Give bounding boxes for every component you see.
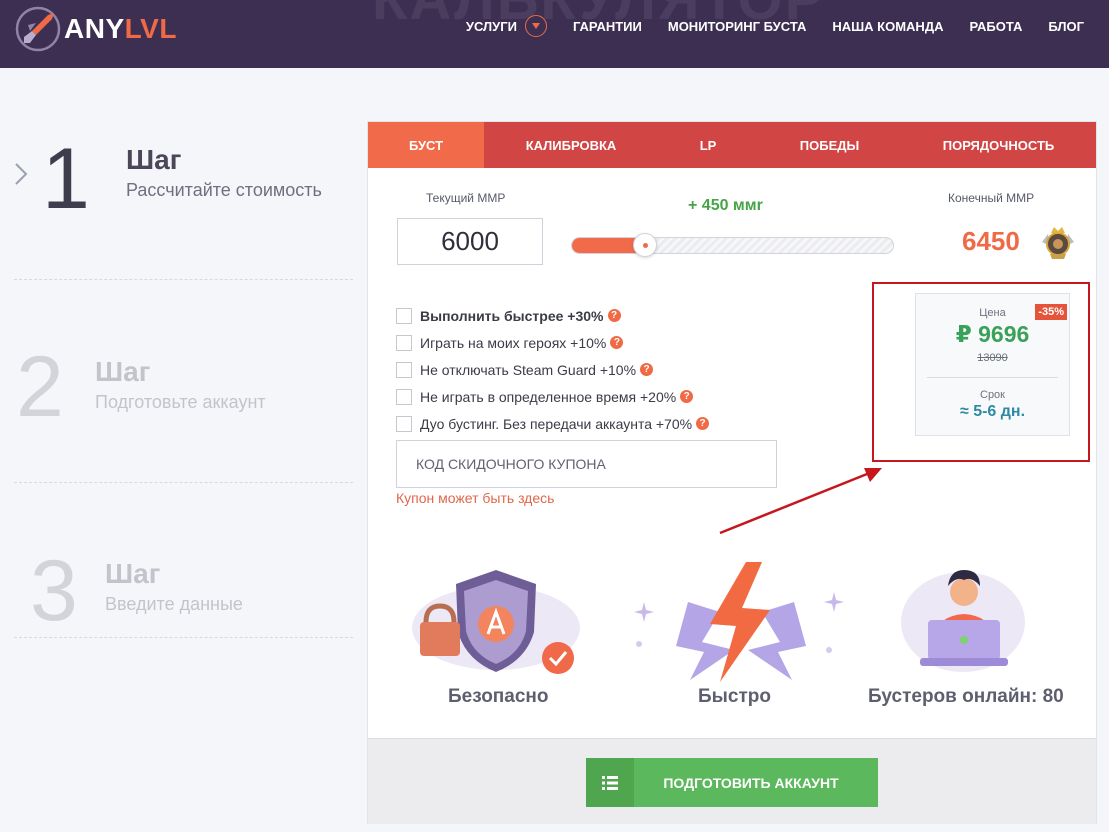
tab-lp[interactable]: LP bbox=[658, 122, 758, 168]
service-tabs: БУСТ КАЛИБРОВКА LP ПОБЕДЫ ПОРЯДОЧНОСТЬ bbox=[368, 122, 1096, 168]
step-divider bbox=[14, 637, 353, 638]
price-highlight-frame bbox=[872, 282, 1090, 462]
prepare-account-label: ПОДГОТОВИТЬ АККАУНТ bbox=[663, 774, 839, 791]
option-my-heroes[interactable]: Играть на моих героях +10% ? bbox=[396, 329, 709, 356]
chevron-down-icon[interactable] bbox=[524, 15, 547, 37]
option-steam-guard[interactable]: Не отключать Steam Guard +10% ? bbox=[396, 356, 709, 383]
option-label: Дуо бустинг. Без передачи аккаунта +70% bbox=[420, 415, 693, 432]
booster-laptop-icon bbox=[901, 570, 1025, 672]
card-footer: ПОДГОТОВИТЬ АККАУНТ bbox=[368, 738, 1096, 824]
option-checkbox[interactable] bbox=[396, 361, 412, 378]
option-label: Не играть в определенное время +20% bbox=[420, 388, 677, 405]
option-duo-boost[interactable]: Дуо бустинг. Без передачи аккаунта +70% … bbox=[396, 410, 710, 437]
nav-item-team[interactable]: НАША КОМАНДА bbox=[832, 19, 943, 34]
logo-text-accent: LVL bbox=[124, 13, 177, 44]
help-icon[interactable]: ? bbox=[610, 336, 624, 349]
step-number: 3 bbox=[30, 543, 78, 639]
option-faster[interactable]: Выполнить быстрее +30% ? bbox=[396, 302, 709, 329]
list-icon bbox=[586, 758, 634, 807]
logo-text[interactable]: ANYLVL bbox=[64, 13, 177, 45]
shield-lock-icon bbox=[412, 570, 580, 674]
rocket-logo-icon[interactable] bbox=[14, 5, 62, 53]
step-number: 2 bbox=[16, 339, 64, 435]
step-divider bbox=[14, 279, 353, 280]
nav-item-services[interactable]: УСЛУГИ bbox=[466, 15, 547, 37]
rank-medal-icon bbox=[1042, 227, 1074, 259]
mmr-slider-track[interactable] bbox=[571, 237, 894, 254]
step-2: 2 Шаг Подготовьте аккаунт bbox=[14, 340, 354, 450]
help-icon[interactable]: ? bbox=[607, 309, 621, 322]
chevron-right-icon bbox=[15, 163, 28, 185]
option-label: Выполнить быстрее +30% bbox=[420, 307, 604, 324]
nav-item-label: УСЛУГИ bbox=[465, 18, 517, 34]
tab-wins[interactable]: ПОБЕДЫ bbox=[758, 122, 901, 168]
step-divider bbox=[14, 482, 353, 483]
nav-item-blog[interactable]: БЛОГ bbox=[1048, 19, 1084, 34]
site-header: КАЛЬКУЛЯТОР ANYLVL УСЛУГИ ГАРАНТИИ МОНИТ… bbox=[0, 0, 1109, 68]
feature-label-boosters-online: Бустеров онлайн: 80 bbox=[868, 686, 1064, 707]
tab-calibration[interactable]: КАЛИБРОВКА bbox=[484, 122, 658, 168]
step-subtitle: Рассчитайте стоимость bbox=[126, 180, 322, 200]
step-subtitle: Введите данные bbox=[105, 594, 243, 614]
step-title: Шаг bbox=[126, 144, 182, 175]
mmr-delta: + 450 ммr bbox=[688, 197, 763, 214]
option-label: Играть на моих героях +10% bbox=[420, 334, 607, 351]
target-mmr-label: Конечный MMP bbox=[948, 191, 1035, 205]
nav-item-jobs[interactable]: РАБОТА bbox=[969, 19, 1022, 34]
step-title: Шаг bbox=[105, 558, 161, 589]
nav-item-guarantees[interactable]: ГАРАНТИИ bbox=[573, 19, 642, 34]
current-mmr-input[interactable]: 6000 bbox=[397, 218, 543, 265]
option-checkbox[interactable] bbox=[396, 415, 412, 432]
options-list: Выполнить быстрее +30% ? Играть на моих … bbox=[396, 302, 710, 437]
help-icon[interactable]: ? bbox=[696, 417, 710, 430]
step-number: 1 bbox=[42, 131, 90, 227]
step-subtitle: Подготовьте аккаунт bbox=[95, 392, 266, 412]
option-checkbox[interactable] bbox=[396, 388, 412, 405]
option-label: Не отключать Steam Guard +10% bbox=[420, 361, 637, 378]
nav-item-boost-monitoring[interactable]: МОНИТОРИНГ БУСТА bbox=[668, 19, 806, 34]
tab-boost[interactable]: БУСТ bbox=[368, 122, 484, 168]
option-checkbox[interactable] bbox=[396, 334, 412, 351]
feature-label-fast: Быстро bbox=[698, 686, 771, 707]
step-3: 3 Шаг Введите данные bbox=[14, 546, 354, 636]
prepare-account-button[interactable]: ПОДГОТОВИТЬ АККАУНТ bbox=[586, 758, 878, 807]
logo-text-main: ANY bbox=[64, 13, 125, 44]
coupon-hint: Купон может быть здесь bbox=[396, 490, 555, 506]
main-nav: УСЛУГИ ГАРАНТИИ МОНИТОРИНГ БУСТА НАША КО… bbox=[466, 0, 1109, 52]
features-row: Безопасно Быстро Бустеров онлайн: 80 bbox=[368, 562, 1096, 712]
annotation-arrow-icon bbox=[719, 468, 882, 535]
feature-label-safe: Безопасно bbox=[448, 686, 549, 707]
lightning-icon bbox=[634, 562, 844, 682]
help-icon[interactable]: ? bbox=[640, 363, 654, 376]
current-mmr-label: Текущий MMP bbox=[426, 191, 506, 205]
step-1: 1 Шаг Рассчитайте стоимость bbox=[14, 116, 354, 266]
help-icon[interactable]: ? bbox=[680, 390, 694, 403]
target-mmr-value: 6450 bbox=[962, 226, 1020, 256]
tab-behavior[interactable]: ПОРЯДОЧНОСТЬ bbox=[901, 122, 1096, 168]
option-checkbox[interactable] bbox=[396, 307, 412, 324]
option-schedule[interactable]: Не играть в определенное время +20% ? bbox=[396, 383, 709, 410]
step-title: Шаг bbox=[95, 356, 151, 387]
